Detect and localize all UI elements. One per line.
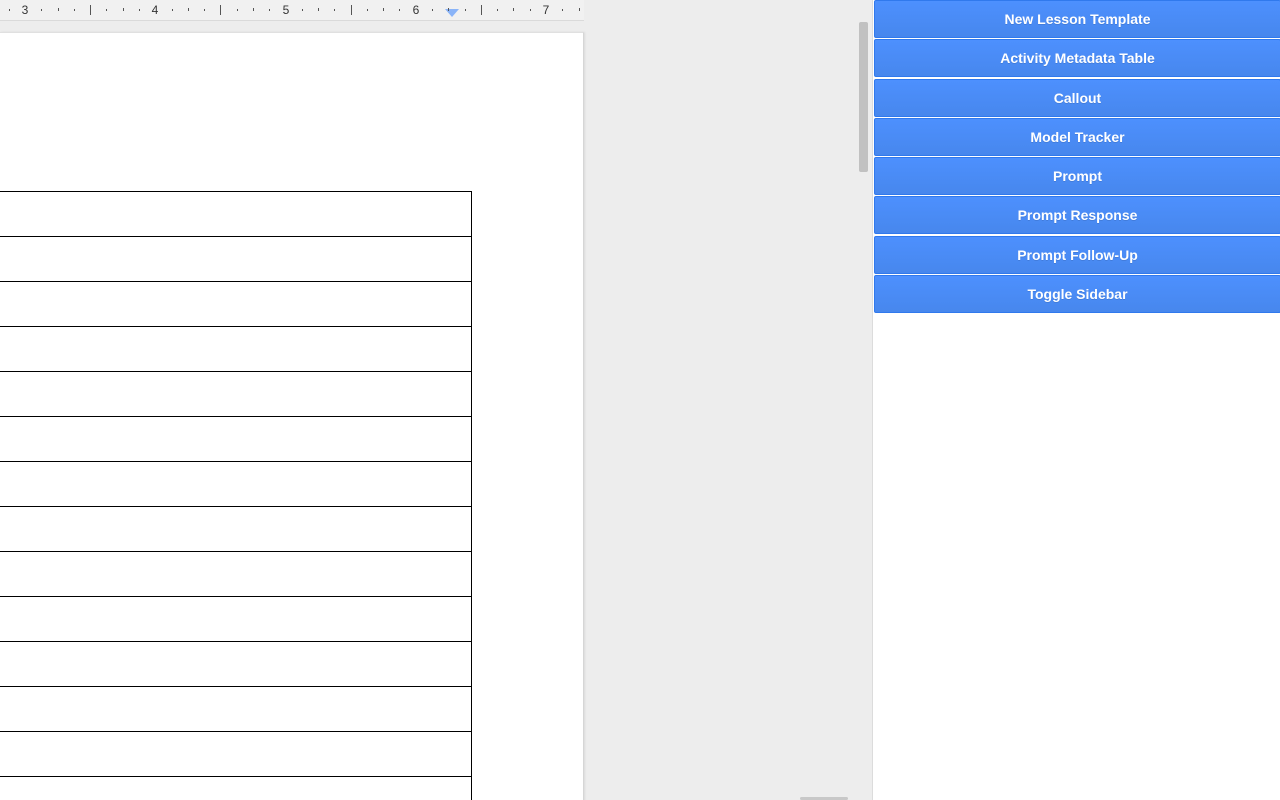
table-cell[interactable] <box>0 416 472 462</box>
editor-scroll-thumb[interactable] <box>859 22 868 172</box>
ruler-tick <box>9 9 10 11</box>
ruler-tick <box>562 9 563 11</box>
ruler-tick <box>448 8 449 11</box>
ruler-tick <box>318 8 319 11</box>
ruler-tick <box>481 5 482 15</box>
table-row <box>0 506 472 552</box>
toggle-sidebar-button[interactable]: Toggle Sidebar <box>874 275 1280 314</box>
prompt-button[interactable]: Prompt <box>874 157 1280 196</box>
ruler-tick <box>399 9 400 11</box>
table-row <box>0 281 472 327</box>
table-cell[interactable] <box>0 596 472 642</box>
ruler-tick <box>188 8 189 11</box>
table-cell[interactable] <box>0 326 472 372</box>
ruler-tick <box>204 9 205 11</box>
table-cell[interactable] <box>0 731 472 777</box>
ruler-tick <box>465 9 466 11</box>
table-row <box>0 326 472 372</box>
table-cell[interactable] <box>0 461 472 507</box>
new-lesson-template-button[interactable]: New Lesson Template <box>874 0 1280 38</box>
document-table[interactable] <box>0 191 472 800</box>
document-page[interactable] <box>0 32 584 800</box>
ruler-tick <box>302 9 303 11</box>
ruler-tick <box>497 9 498 11</box>
addon-sidebar: New Lesson Template Activity Metadata Ta… <box>872 0 1280 800</box>
ruler-tick <box>351 5 352 15</box>
prompt-follow-up-button[interactable]: Prompt Follow-Up <box>874 235 1280 274</box>
ruler-tick <box>41 9 42 11</box>
table-cell[interactable] <box>0 551 472 597</box>
ruler-tick <box>220 5 221 15</box>
ruler-tick <box>58 8 59 11</box>
ruler-tick <box>139 9 140 11</box>
activity-metadata-table-button[interactable]: Activity Metadata Table <box>874 39 1280 78</box>
ruler-tick <box>237 9 238 11</box>
ruler-tick <box>253 8 254 11</box>
ruler-number: 3 <box>21 3 29 17</box>
table-cell[interactable] <box>0 686 472 732</box>
ruler-tick <box>367 9 368 11</box>
table-cell[interactable] <box>0 506 472 552</box>
ruler-tick <box>579 8 580 11</box>
table-cell[interactable] <box>0 641 472 687</box>
table-cell[interactable] <box>0 236 472 282</box>
ruler-tick <box>269 9 270 11</box>
table-row <box>0 416 472 462</box>
table-cell[interactable] <box>0 281 472 327</box>
ruler-tick <box>90 5 91 15</box>
table-cell[interactable] <box>0 191 472 237</box>
table-row <box>0 776 472 800</box>
table-row <box>0 191 472 237</box>
table-row <box>0 641 472 687</box>
ruler-tick <box>530 9 531 11</box>
horizontal-ruler[interactable]: 3 4 5 6 7 <box>0 0 584 21</box>
ruler-tick <box>172 9 173 11</box>
docs-editor-window: 3 4 5 6 7 New Lesson Template Activity M… <box>0 0 1280 800</box>
ruler-number: 4 <box>151 3 159 17</box>
callout-button[interactable]: Callout <box>874 78 1280 117</box>
table-row <box>0 461 472 507</box>
table-row <box>0 596 472 642</box>
table-cell[interactable] <box>0 776 472 800</box>
ruler-tick <box>123 8 124 11</box>
ruler-tick <box>513 8 514 11</box>
ruler-tick <box>432 9 433 11</box>
ruler-tick <box>334 9 335 11</box>
table-cell[interactable] <box>0 371 472 417</box>
ruler-tick <box>106 9 107 11</box>
ruler-tick <box>383 8 384 11</box>
model-tracker-button[interactable]: Model Tracker <box>874 117 1280 156</box>
ruler-number: 7 <box>542 3 550 17</box>
editor-vertical-scrollbar[interactable] <box>856 20 872 800</box>
table-row <box>0 686 472 732</box>
ruler-number: 6 <box>412 3 420 17</box>
sidebar-button-list: New Lesson Template Activity Metadata Ta… <box>874 0 1280 314</box>
ruler-tick <box>74 9 75 11</box>
table-row <box>0 551 472 597</box>
table-row <box>0 371 472 417</box>
prompt-response-button[interactable]: Prompt Response <box>874 196 1280 235</box>
table-row <box>0 236 472 282</box>
table-row <box>0 731 472 777</box>
ruler-number: 5 <box>282 3 290 17</box>
